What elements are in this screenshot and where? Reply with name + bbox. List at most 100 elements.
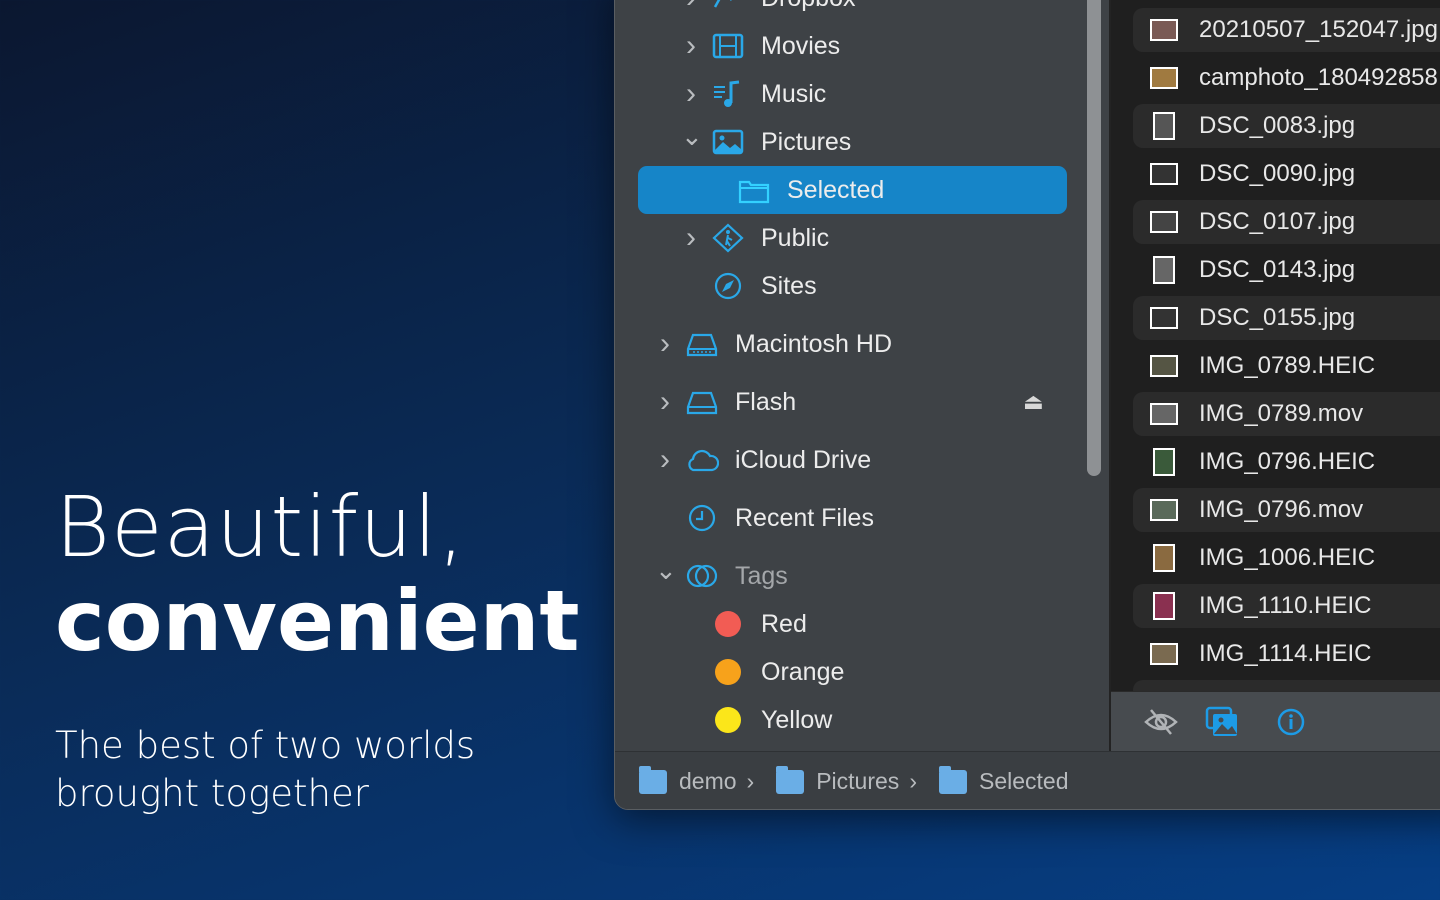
file-name: DSC_0155.jpg	[1199, 304, 1356, 331]
sidebar: › Dropbox › Movies › Music ⌄ Pictures Selected › P…	[615, 0, 1109, 751]
folder-icon	[938, 765, 967, 794]
path-crumb[interactable]: demo ›	[639, 765, 766, 795]
sidebar-item-macintosh-hd[interactable]: › Macintosh HD	[615, 320, 1085, 368]
chevron-down-icon[interactable]: ⌄	[681, 121, 703, 152]
chevron-right-icon[interactable]: ›	[655, 385, 675, 419]
image-thumbnail	[1150, 163, 1178, 185]
hero-title-line1: Beautiful,	[55, 478, 466, 576]
sidebar-item-icloud-drive[interactable]: › iCloud Drive	[615, 436, 1085, 484]
sidebar-item-label: Sites	[761, 271, 817, 300]
sidebar-item-pictures[interactable]: ⌄ Pictures	[615, 118, 1085, 166]
image-thumbnail	[1150, 19, 1178, 41]
file-row[interactable]: DSC_0090.jpg	[1133, 152, 1440, 196]
file-name: DSC_0107.jpg	[1199, 208, 1356, 235]
sidebar-item-tags[interactable]: ⌄ Tags	[615, 552, 1085, 600]
file-row[interactable]: DSC_0155.jpg	[1133, 296, 1440, 340]
file-name: IMG_1006.HEIC	[1199, 544, 1376, 571]
hero-title-line2: convenient	[55, 572, 580, 670]
compass-icon	[711, 271, 745, 301]
chevron-right-icon: ›	[746, 768, 755, 794]
chevron-right-icon[interactable]: ›	[681, 0, 701, 15]
photo-icon	[711, 127, 745, 157]
sidebar-item-selected[interactable]: Selected	[615, 166, 1085, 214]
chevron-right-icon[interactable]: ›	[655, 443, 675, 477]
sidebar-item-label: Macintosh HD	[735, 329, 892, 358]
file-name: DSC_0090.jpg	[1199, 160, 1356, 187]
sidebar-item-label: Movies	[761, 31, 841, 60]
file-browser-window: ›Dropbox›Movies›Music⌄PicturesSelected›P…	[614, 0, 1440, 810]
file-row[interactable]: 20210507_152047.jpg	[1133, 8, 1440, 52]
hero-subtitle: The best of two worlds brought together	[55, 722, 475, 818]
path-crumb[interactable]: Selected	[938, 765, 1069, 795]
sidebar-item-label: Dropbox	[761, 0, 856, 13]
file-row[interactable]: IMG_0789.mov	[1133, 392, 1440, 436]
tag-color-dot-icon	[711, 609, 745, 639]
sidebar-item-recent-files[interactable]: Recent Files	[615, 494, 1085, 542]
path-bar: demo › Pictures › Selected	[615, 751, 1440, 809]
file-row[interactable]: IMG_1006.HEIC	[1133, 536, 1440, 580]
file-name: IMG_0796.HEIC	[1199, 448, 1376, 475]
crumb-label: Selected	[978, 768, 1069, 794]
file-name: camphoto_180492858	[1199, 64, 1438, 91]
file-name: 20210507_152047.jpg	[1199, 16, 1438, 43]
file-row[interactable]: IMG_0796.mov	[1133, 488, 1440, 532]
file-name: IMG_1110.HEIC	[1199, 592, 1372, 619]
hide-preview-icon[interactable]	[1143, 708, 1179, 736]
public-icon	[711, 223, 745, 253]
file-row[interactable]: IMG_0789.HEIC	[1133, 344, 1440, 388]
file-name: DSC_0143.jpg	[1199, 256, 1356, 283]
sidebar-item-label: Flash	[735, 387, 797, 416]
sidebar-item-label: Yellow	[761, 705, 833, 734]
tags-icon	[685, 561, 719, 591]
file-row[interactable]: IMG_1110.HEIC	[1133, 584, 1440, 628]
image-thumbnail	[1150, 211, 1178, 233]
sidebar-item-music[interactable]: › Music	[615, 70, 1085, 118]
file-row[interactable]: DSC_0107.jpg	[1133, 200, 1440, 244]
chevron-right-icon[interactable]: ›	[655, 327, 675, 361]
sidebar-item-sites[interactable]: Sites	[615, 262, 1085, 310]
path-crumb[interactable]: Pictures ›	[776, 765, 929, 795]
file-row[interactable]: DSC_0083.jpg	[1133, 104, 1440, 148]
folder-icon	[639, 765, 667, 794]
sidebar-item-dropbox[interactable]: › Dropbox	[615, 0, 1085, 22]
file-name: IMG_0789.mov	[1199, 400, 1364, 427]
info-icon[interactable]	[1277, 708, 1305, 736]
subtitle-line2: brought together	[55, 772, 369, 815]
image-thumbnail	[1153, 448, 1175, 476]
image-thumbnail	[1153, 112, 1175, 140]
sidebar-item-movies[interactable]: › Movies	[615, 22, 1085, 70]
crumb-label: demo	[679, 768, 737, 794]
file-name: IMG_1114.HEIC	[1199, 640, 1372, 667]
image-thumbnail	[1150, 403, 1178, 425]
sidebar-item-red[interactable]: Red	[615, 600, 1085, 648]
image-thumbnail	[1150, 643, 1178, 665]
folder-icon	[776, 765, 805, 794]
sidebar-item-label: Orange	[761, 657, 845, 686]
sidebar-item-public[interactable]: › Public	[615, 214, 1085, 262]
chevron-right-icon[interactable]: ›	[681, 29, 701, 63]
sidebar-item-label: Pictures	[761, 127, 852, 156]
chevron-down-icon[interactable]: ⌄	[655, 555, 677, 586]
image-thumbnail	[1150, 307, 1178, 329]
file-row[interactable]: DSC_0143.jpg	[1133, 248, 1440, 292]
chevron-right-icon[interactable]: ›	[681, 77, 701, 111]
sidebar-item-yellow[interactable]: Yellow	[615, 696, 1085, 744]
clock-icon	[685, 503, 719, 533]
file-row[interactable]: camphoto_180492858	[1133, 56, 1440, 100]
eject-icon[interactable]: ⏏	[1023, 389, 1044, 415]
file-list-toolbar	[1111, 691, 1440, 751]
film-icon	[711, 31, 745, 61]
file-name: IMG_0789.HEIC	[1199, 352, 1376, 379]
sidebar-item-flash[interactable]: › Flash ⏏	[615, 378, 1085, 426]
file-row[interactable]: IMG_1114.HEIC	[1133, 632, 1440, 676]
sidebar-item-label: Selected	[787, 175, 885, 204]
image-thumbnail	[1150, 355, 1178, 377]
sidebar-scrollbar[interactable]	[1087, 0, 1101, 476]
gallery-icon[interactable]	[1205, 706, 1239, 738]
image-thumbnail	[1150, 499, 1178, 521]
tag-color-dot-icon	[711, 657, 745, 687]
file-row[interactable]: IMG_0796.HEIC	[1133, 440, 1440, 484]
chevron-right-icon[interactable]: ›	[681, 221, 701, 255]
dropbox-icon	[711, 0, 745, 13]
sidebar-item-orange[interactable]: Orange	[615, 648, 1085, 696]
